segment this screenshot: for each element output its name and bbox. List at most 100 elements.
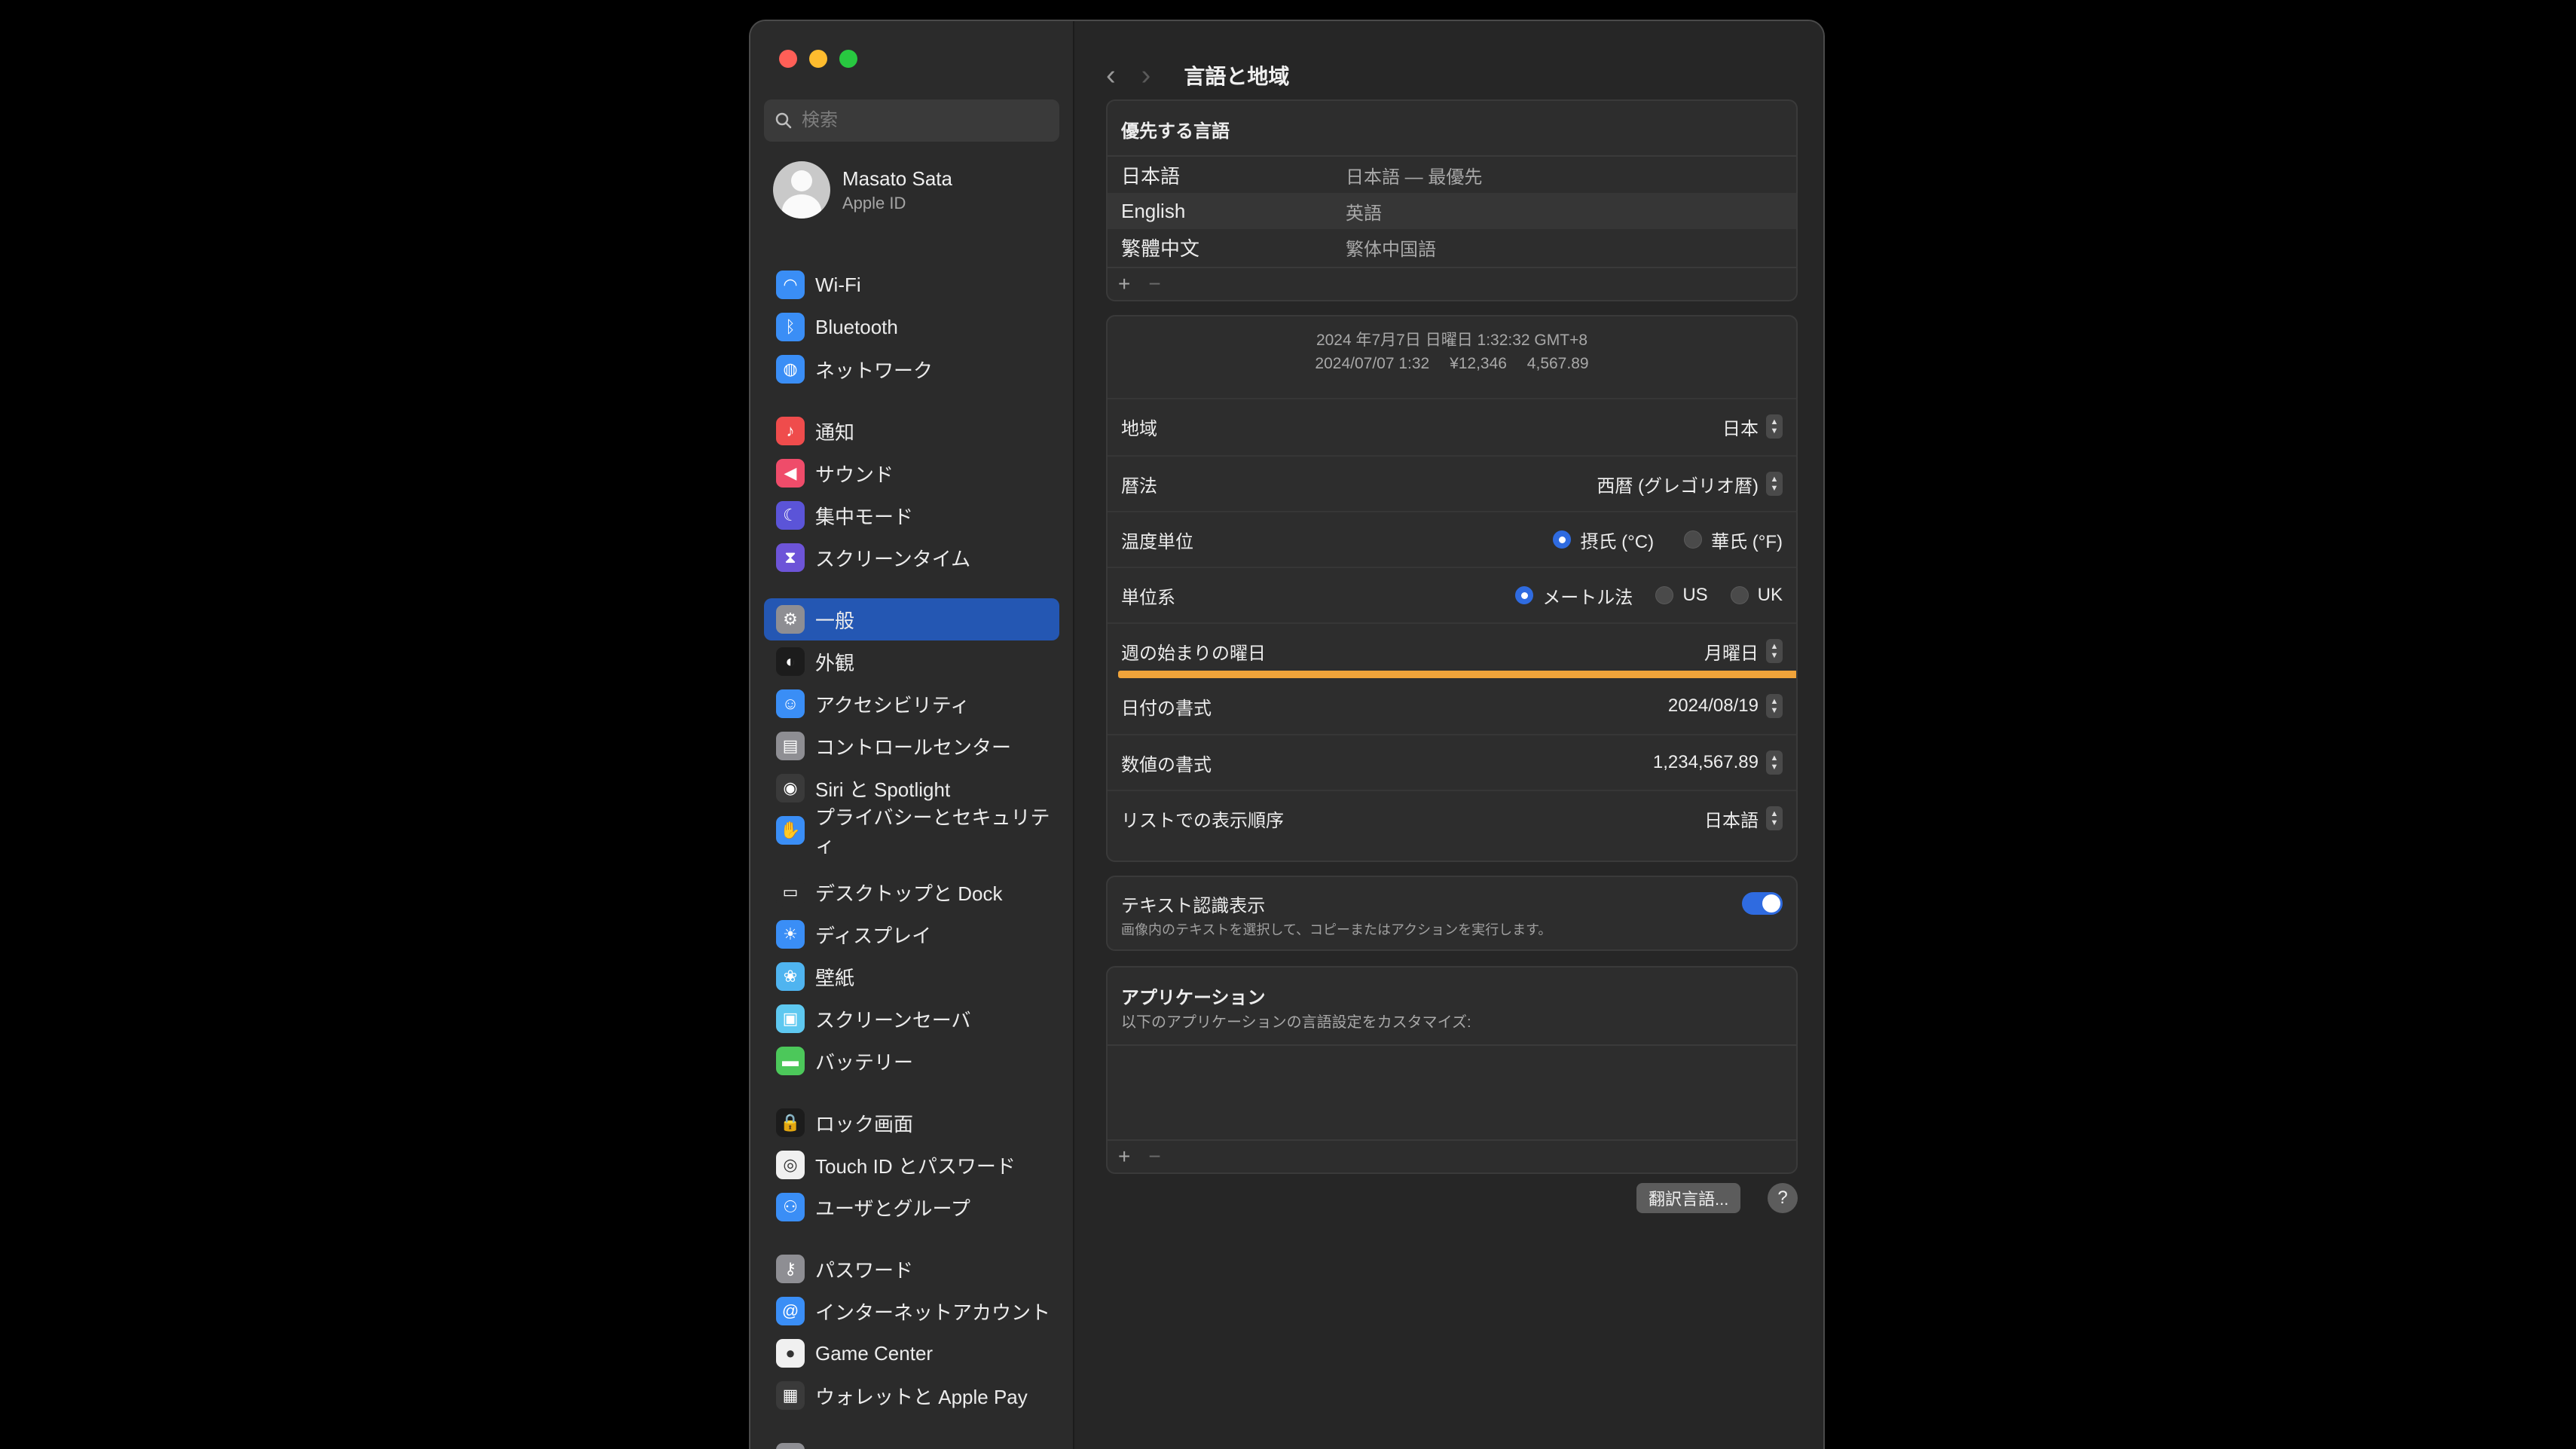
preferred-languages-card: 優先する言語 日本語 日本語 — 最優先 English 英語 繁體中文 繁体中…: [1106, 99, 1798, 301]
back-button[interactable]: ‹: [1106, 61, 1116, 90]
close-window-button[interactable]: [779, 50, 797, 68]
sidebar-item[interactable]: ⧗ スクリーンタイム: [764, 536, 1059, 579]
sidebar-item-label: Bluetooth: [815, 315, 898, 338]
key-icon: ⚷: [776, 1255, 805, 1283]
add-application-button[interactable]: +: [1118, 1145, 1130, 1169]
fahrenheit-radio[interactable]: 華氏 (°F): [1684, 527, 1783, 553]
live-text-toggle[interactable]: [1742, 892, 1783, 915]
keyboard-icon: ⌨: [776, 1443, 805, 1449]
calendar-popup[interactable]: 西暦 (グレゴリオ暦) ▲ ▼: [1597, 471, 1783, 497]
metric-radio[interactable]: メートル法: [1515, 582, 1633, 609]
region-value: 日本: [1722, 418, 1759, 439]
hourglass-icon: ⧗: [776, 543, 805, 572]
region-settings-card: 2024 年7月7日 日曜日 1:32:32 GMT+8 2024/07/07 …: [1106, 315, 1798, 862]
sidebar-item[interactable]: ▤ コントロールセンター: [764, 725, 1059, 767]
remove-application-button[interactable]: −: [1148, 1145, 1160, 1169]
add-language-button[interactable]: +: [1118, 272, 1130, 296]
sidebar-item[interactable]: ☾ 集中モード: [764, 494, 1059, 536]
sidebar-item-label: ロック画面: [815, 1112, 914, 1136]
sidebar-item-label: デスクトップと Dock: [815, 882, 1003, 905]
sidebar-item-label: 壁紙: [815, 966, 855, 989]
language-row[interactable]: 繁體中文 繁体中国語: [1108, 229, 1796, 265]
sidebar-item[interactable]: ᛒ Bluetooth: [764, 306, 1059, 348]
uk-radio[interactable]: UK: [1730, 585, 1783, 606]
sidebar-item-label: Siri と Spotlight: [815, 778, 951, 801]
sidebar-item[interactable]: 🔒 ロック画面: [764, 1102, 1059, 1144]
sidebar-item[interactable]: ⌨ キーボード: [764, 1436, 1059, 1449]
language-row[interactable]: 日本語 日本語 — 最優先: [1108, 157, 1796, 193]
forward-button[interactable]: ›: [1141, 61, 1151, 90]
radio-unselected-icon: [1730, 586, 1749, 604]
zoom-window-button[interactable]: [839, 50, 857, 68]
sidebar-item[interactable]: ⚷ パスワード: [764, 1248, 1059, 1290]
us-radio[interactable]: US: [1655, 585, 1708, 606]
sidebar-item-label: アクセシビリティ: [815, 693, 970, 717]
number-format-value: 1,234,567.89: [1652, 752, 1759, 772]
sidebar-item[interactable]: ● Game Center: [764, 1332, 1059, 1374]
language-name: 繁體中文: [1121, 237, 1200, 260]
sidebar-item[interactable]: ▣ スクリーンセーバ: [764, 998, 1059, 1040]
region-popup[interactable]: 日本 ▲ ▼: [1722, 414, 1783, 440]
radio-unselected-icon: [1684, 530, 1703, 549]
uk-label: UK: [1757, 585, 1783, 605]
sidebar-item-label: ユーザとグループ: [815, 1197, 970, 1220]
sidebar-item-label: スクリーンセーバ: [815, 1008, 971, 1032]
list-sort-popup[interactable]: 日本語 ▲ ▼: [1704, 806, 1783, 832]
sidebar-item[interactable]: ✋ プライバシーとセキュリティ: [764, 806, 1059, 857]
sidebar-item[interactable]: ▬ バッテリー: [764, 1040, 1059, 1082]
sidebar-item[interactable]: @ インターネットアカウント: [764, 1290, 1059, 1332]
sidebar-item[interactable]: ☀ ディスプレイ: [764, 913, 1059, 955]
account-subtitle: Apple ID: [842, 193, 906, 212]
measurement-row: 単位系 メートル法 US UK: [1108, 567, 1796, 622]
sidebar-item-label: ネットワーク: [815, 359, 934, 382]
updown-chevron-icon: ▲ ▼: [1766, 639, 1783, 663]
apple-id-account[interactable]: Masato Sata Apple ID: [773, 161, 952, 219]
sidebar-item[interactable]: ▦ ウォレットと Apple Pay: [764, 1374, 1059, 1417]
sidebar-item-label: 一般: [815, 609, 855, 632]
dock-icon: ▭: [776, 878, 805, 906]
search-input[interactable]: [802, 110, 1043, 131]
siri-icon: ◉: [776, 774, 805, 802]
date-format-row: 日付の書式 2024/08/19 ▲ ▼: [1108, 678, 1796, 734]
sidebar-item[interactable]: ◍ ネットワーク: [764, 348, 1059, 390]
game-center-icon: ●: [776, 1339, 805, 1368]
sidebar-item[interactable]: ⚙ 一般: [764, 598, 1059, 640]
updown-chevron-icon: ▲ ▼: [1766, 694, 1783, 718]
sidebar-item[interactable]: ▭ デスクトップと Dock: [764, 871, 1059, 913]
sidebar-item-label: Game Center: [815, 1341, 934, 1365]
updown-chevron-icon: ▲ ▼: [1766, 472, 1783, 496]
translation-languages-button[interactable]: 翻訳言語...: [1636, 1183, 1741, 1213]
sidebar-item[interactable]: ◠ Wi-Fi: [764, 264, 1059, 306]
sidebar-item[interactable]: ⚇ ユーザとグループ: [764, 1186, 1059, 1228]
main-pane: ‹ › 言語と地域 優先する言語 日本語 日本語 — 最優先 English 英…: [1076, 21, 1823, 1449]
language-row[interactable]: English 英語: [1108, 193, 1796, 229]
sidebar-item[interactable]: ◐ 外観: [764, 640, 1059, 683]
sidebar-item-label: サウンド: [815, 463, 894, 486]
applications-title: アプリケーション: [1121, 988, 1266, 1008]
first-weekday-value: 月曜日: [1704, 643, 1759, 664]
at-icon: @: [776, 1297, 805, 1325]
first-weekday-popup[interactable]: 月曜日 ▲ ▼: [1704, 638, 1783, 665]
sidebar-item[interactable]: ♪ 通知: [764, 410, 1059, 452]
language-detail: 繁体中国語: [1346, 239, 1436, 260]
first-weekday-row: 週の始まりの曜日 月曜日 ▲ ▼: [1108, 622, 1796, 678]
applications-description: 以下のアプリケーションの言語設定をカスタマイズ:: [1121, 1014, 1471, 1031]
sun-icon: ☀: [776, 920, 805, 949]
calendar-row: 暦法 西暦 (グレゴリオ暦) ▲ ▼: [1108, 455, 1796, 511]
calendar-value: 西暦 (グレゴリオ暦): [1597, 475, 1759, 497]
sidebar-item[interactable]: ◀ サウンド: [764, 452, 1059, 494]
celsius-radio[interactable]: 摂氏 (°C): [1553, 527, 1654, 553]
minimize-window-button[interactable]: [809, 50, 827, 68]
search-field[interactable]: [764, 99, 1059, 142]
language-detail: 英語: [1346, 203, 1382, 224]
help-button[interactable]: ?: [1768, 1183, 1798, 1213]
sidebar-item-label: 通知: [815, 420, 855, 444]
remove-language-button[interactable]: −: [1148, 272, 1160, 296]
sidebar-item[interactable]: ❀ 壁紙: [764, 955, 1059, 998]
applications-list[interactable]: [1108, 1046, 1796, 1139]
sidebar-item[interactable]: ◎ Touch ID とパスワード: [764, 1144, 1059, 1186]
sidebar-item[interactable]: ☺ アクセシビリティ: [764, 683, 1059, 725]
date-format-popup[interactable]: 2024/08/19 ▲ ▼: [1668, 694, 1783, 718]
date-format-value: 2024/08/19: [1667, 695, 1759, 716]
number-format-popup[interactable]: 1,234,567.89 ▲ ▼: [1653, 750, 1783, 775]
